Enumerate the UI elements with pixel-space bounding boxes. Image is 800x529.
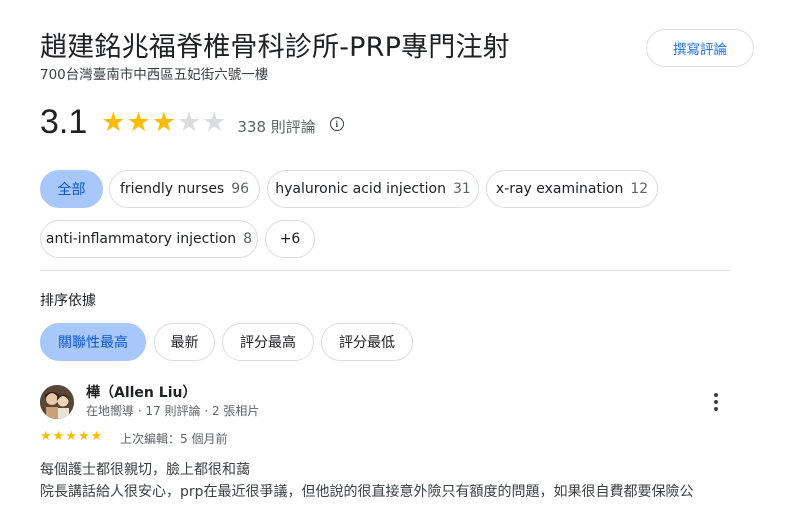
section-divider <box>40 270 730 271</box>
topic-chip-label: 全部 <box>57 182 86 198</box>
star-full-icon: ★ <box>126 106 151 138</box>
sort-chip-most-relevant[interactable]: 關聯性最高 <box>40 323 146 361</box>
topic-chip-all[interactable]: 全部 <box>40 170 103 208</box>
review-text: 每個護士都很親切，臉上都很和藹 院長講話給人很安心，prp在最近很爭議，但他說的… <box>40 459 694 503</box>
sort-chip-label: 評分最高 <box>240 335 296 351</box>
sort-chip-label: 關聯性最高 <box>58 335 128 351</box>
sort-chip-label: 最新 <box>170 335 199 351</box>
write-review-button[interactable]: 撰寫評論 <box>646 29 754 67</box>
topic-chip-hyaluronic-acid-injection[interactable]: hyaluronic acid injection 31 <box>267 170 479 208</box>
star-full-icon: ★ <box>90 429 103 444</box>
topic-chip-label: friendly nurses <box>119 181 225 197</box>
topic-chip-label: x-ray examination <box>495 181 624 197</box>
star-full-icon: ★ <box>40 429 52 444</box>
star-full-icon: ★ <box>52 429 65 444</box>
average-rating: 3.1 <box>40 102 88 141</box>
sort-chip-label: 評分最低 <box>339 335 395 351</box>
topic-chip-count: 8 <box>243 231 253 247</box>
topic-chip-count: 31 <box>452 181 471 197</box>
star-empty-icon: ★ <box>202 106 227 138</box>
review-stars: ★ ★ ★ ★ ★ <box>40 430 103 443</box>
topic-chip-count: 96 <box>231 181 250 197</box>
topic-chip-more[interactable]: +6 <box>265 220 315 258</box>
place-title: 趙建銘兆福脊椎骨科診所-PRP專門注射 <box>40 32 510 63</box>
sort-chip-lowest-rating[interactable]: 評分最低 <box>321 323 413 361</box>
review-text-line: 院長講話給人很安心，prp在最近很爭議，但他說的很直接意外險只有額度的問題，如果… <box>40 484 694 500</box>
review-edited-time: 上次編輯：5 個月前 <box>120 432 228 446</box>
topic-chip-label: anti-inflammatory injection <box>45 231 237 247</box>
review-text-line: 每個護士都很親切，臉上都很和藹 <box>40 462 250 478</box>
star-full-icon: ★ <box>101 106 126 138</box>
sort-chip-highest-rating[interactable]: 評分最高 <box>222 323 314 361</box>
star-full-icon: ★ <box>65 429 77 444</box>
star-full-icon: ★ <box>151 106 176 138</box>
reviewer-avatar[interactable] <box>40 385 74 419</box>
rating-stars: ★ ★ ★ ★ ★ <box>101 109 227 136</box>
reviewer-meta: 在地嚮導 · 17 則評論 · 2 張相片 <box>86 404 260 418</box>
topic-chip-friendly-nurses[interactable]: friendly nurses 96 <box>109 170 260 208</box>
topic-chip-count: 12 <box>630 181 649 197</box>
topic-chip-anti-inflammatory-injection[interactable]: anti-inflammatory injection 8 <box>40 220 258 258</box>
info-circle-icon[interactable]: i <box>329 117 344 131</box>
topic-chip-label: +6 <box>279 231 301 247</box>
more-options-icon[interactable] <box>706 390 726 414</box>
review-count: 338 則評論 <box>237 117 316 136</box>
reviewer-photo <box>40 385 74 419</box>
rating-summary: 3.1 ★ ★ ★ ★ ★ 338 則評論 i <box>40 100 344 144</box>
sort-label: 排序依據 <box>40 293 96 309</box>
place-address: 700台灣臺南市中西區五妃街六號一樓 <box>40 67 269 83</box>
topic-chip-label: hyaluronic acid injection <box>275 181 446 197</box>
reviewer-name[interactable]: 樺（Allen Liu） <box>86 382 196 402</box>
topic-chip-x-ray-examination[interactable]: x-ray examination 12 <box>486 170 658 208</box>
star-empty-icon: ★ <box>176 106 202 138</box>
star-full-icon: ★ <box>77 429 90 444</box>
sort-chip-newest[interactable]: 最新 <box>154 323 215 361</box>
